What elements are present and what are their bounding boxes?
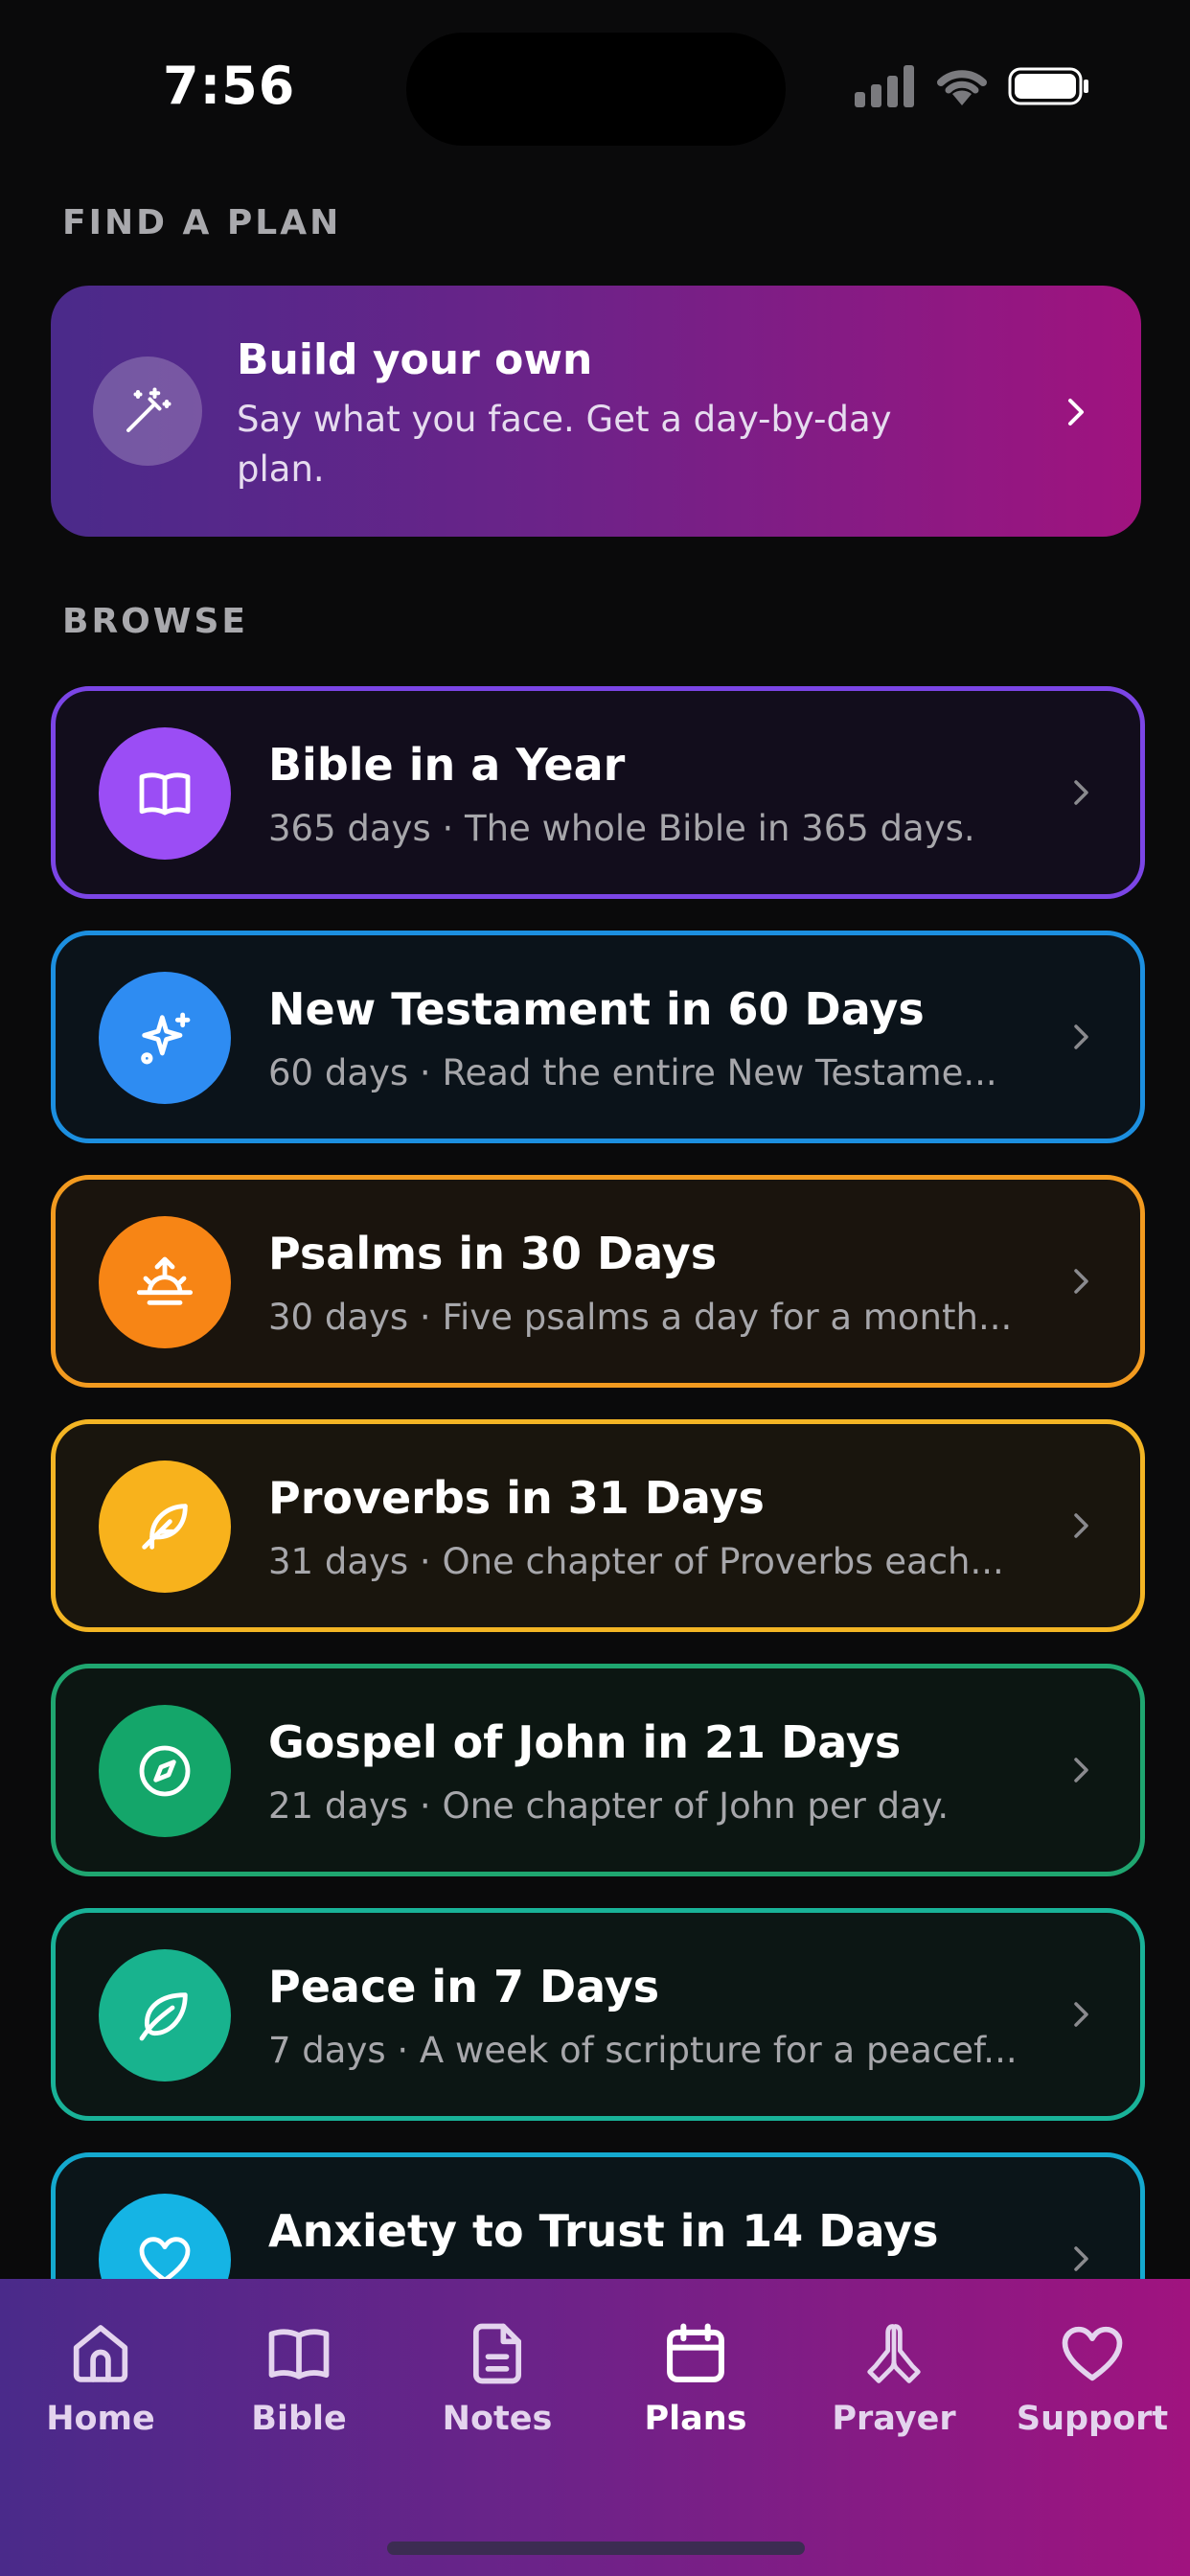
tab-label: Notes <box>442 2400 553 2438</box>
browse-heading: BROWSE <box>62 602 248 641</box>
plan-card-gospel-of-john[interactable]: Gospel of John in 21 Days 21 days · One … <box>51 1664 1145 1876</box>
home-icon <box>73 2325 128 2382</box>
plan-subtitle: 7 days · A week of scripture for a peace… <box>268 2030 1018 2071</box>
sparkles-icon <box>99 972 231 1104</box>
status-bar: 7:56 <box>0 0 1190 172</box>
sunrise-icon <box>99 1216 231 1348</box>
book-icon <box>268 2329 330 2380</box>
battery-icon <box>1008 67 1088 105</box>
plan-subtitle: 21 days · One chapter of John per day. <box>268 1785 950 1827</box>
dynamic-island <box>406 33 786 146</box>
chevron-right-icon <box>1074 2246 1088 2271</box>
plan-title: Proverbs in 31 Days <box>268 1472 765 1524</box>
plan-title: Psalms in 30 Days <box>268 1228 718 1279</box>
magic-wand-icon <box>93 356 202 466</box>
tab-support[interactable]: Support <box>996 2317 1188 2451</box>
tab-plans[interactable]: Plans <box>600 2317 791 2451</box>
build-your-own-card[interactable]: Build your own Say what you face. Get a … <box>51 286 1141 537</box>
plan-card-psalms[interactable]: Psalms in 30 Days 30 days · Five psalms … <box>51 1175 1145 1388</box>
wifi-icon <box>937 70 987 105</box>
plan-subtitle: 365 days · The whole Bible in 365 days. <box>268 808 975 849</box>
plan-title: New Testament in 60 Days <box>268 983 925 1035</box>
find-plan-heading: FIND A PLAN <box>62 203 342 242</box>
plan-card-new-testament[interactable]: New Testament in 60 Days 60 days · Read … <box>51 931 1145 1143</box>
book-icon <box>99 727 231 860</box>
chevron-right-icon <box>1074 1269 1088 1294</box>
build-card-title: Build your own <box>237 335 593 384</box>
plan-card-peace[interactable]: Peace in 7 Days 7 days · A week of scrip… <box>51 1908 1145 2121</box>
praying-hands-icon <box>867 2324 921 2383</box>
tab-label: Support <box>1016 2400 1169 2438</box>
plan-subtitle: 30 days · Five psalms a day for a month.… <box>268 1297 1013 1338</box>
compass-icon <box>99 1705 231 1837</box>
tab-bible[interactable]: Bible <box>203 2317 395 2451</box>
chevron-right-icon <box>1074 1024 1088 1049</box>
plan-card-bible-in-a-year[interactable]: Bible in a Year 365 days · The whole Bib… <box>51 686 1145 899</box>
tab-notes[interactable]: Notes <box>401 2317 593 2451</box>
tab-bar: Home Bible Notes Plans Prayer Support <box>0 2279 1190 2576</box>
document-icon <box>472 2323 522 2384</box>
plan-title: Peace in 7 Days <box>268 1961 660 2012</box>
plan-title: Bible in a Year <box>268 739 626 791</box>
home-indicator <box>387 2542 805 2555</box>
tab-label: Plans <box>644 2400 747 2438</box>
tab-prayer[interactable]: Prayer <box>798 2317 990 2451</box>
tab-label: Bible <box>251 2400 347 2438</box>
plan-card-proverbs[interactable]: Proverbs in 31 Days 31 days · One chapte… <box>51 1419 1145 1632</box>
chevron-right-icon <box>1074 1513 1088 1538</box>
tab-label: Home <box>46 2400 155 2438</box>
chevron-right-icon <box>1068 399 1084 426</box>
build-card-subtitle: Say what you face. Get a day-by-day plan… <box>237 399 892 490</box>
leaf-icon <box>99 1949 231 2082</box>
plan-subtitle: 60 days · Read the entire New Testame... <box>268 1052 997 1093</box>
plan-title: Gospel of John in 21 Days <box>268 1716 902 1768</box>
plan-title: Anxiety to Trust in 14 Days <box>268 2205 939 2257</box>
plan-subtitle: 31 days · One chapter of Proverbs each..… <box>268 1541 1004 1582</box>
chevron-right-icon <box>1074 1758 1088 1782</box>
chevron-right-icon <box>1074 2002 1088 2027</box>
feather-icon <box>99 1460 231 1593</box>
heart-icon <box>1062 2326 1123 2381</box>
tab-home[interactable]: Home <box>5 2317 196 2451</box>
status-time: 7:56 <box>163 56 296 116</box>
chevron-right-icon <box>1074 780 1088 805</box>
calendar-icon <box>667 2323 724 2382</box>
tab-label: Prayer <box>832 2400 956 2438</box>
cellular-signal-icon <box>855 65 914 107</box>
